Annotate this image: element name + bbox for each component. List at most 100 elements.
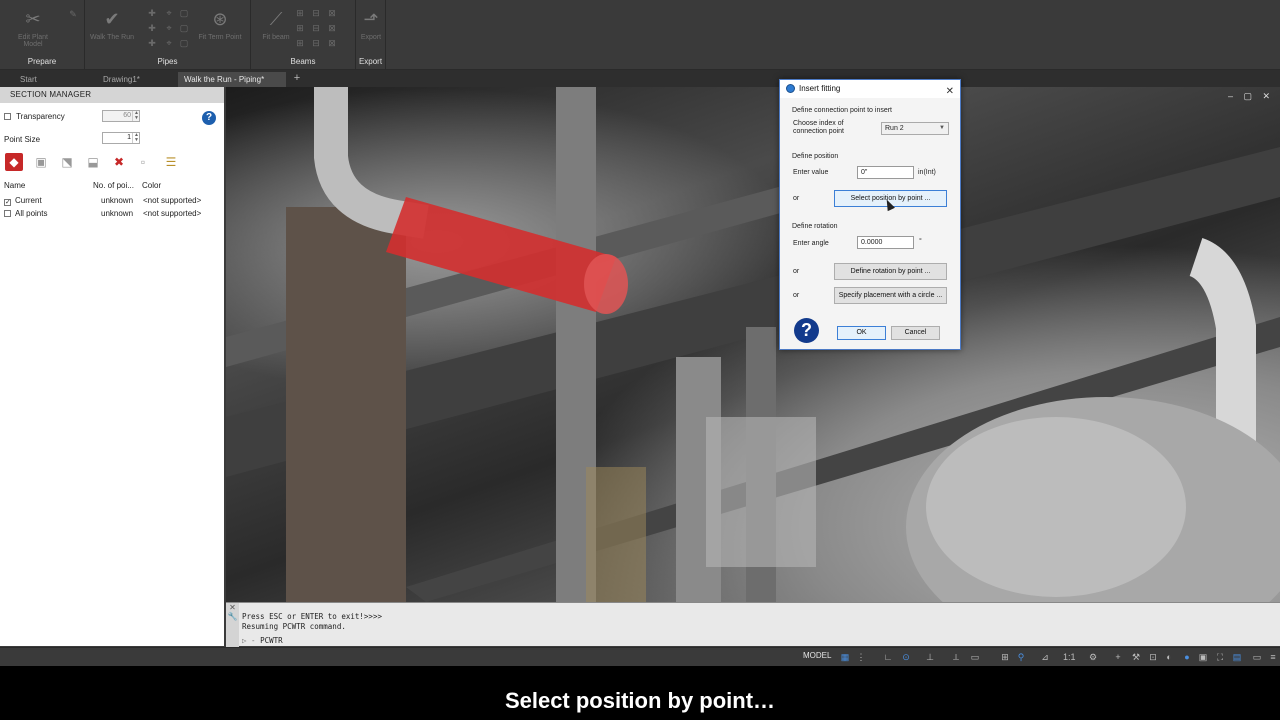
spinner-arrows-icon[interactable]: ▲ ▼ — [132, 111, 139, 121]
pipe-tool-icon[interactable]: ⌖ — [162, 37, 176, 49]
edit-plant-model-button[interactable]: ✂ Edit Plant Model — [8, 6, 58, 48]
value-unit: in(Int) — [918, 169, 936, 176]
ortho-icon[interactable]: ∟ — [883, 652, 893, 662]
isolate-icon[interactable]: ◐ — [1164, 652, 1174, 662]
fit-term-point-button[interactable]: ⊛ Fit Term Point — [195, 6, 245, 46]
polar-icon[interactable]: ⊙ — [901, 652, 911, 662]
help-icon[interactable]: ? — [202, 111, 216, 125]
row-count: unknown — [101, 196, 134, 205]
layout-icon[interactable]: ▤ — [1232, 652, 1242, 662]
beam-tool-icon[interactable]: ⊠ — [325, 22, 339, 34]
edit-section-icon[interactable]: ⬔ — [58, 153, 76, 171]
command-prompt[interactable]: ▷ - PCWTR — [242, 636, 283, 645]
new-tab-icon[interactable]: + — [291, 72, 303, 84]
spinner-arrows-icon[interactable]: ▲ ▼ — [132, 133, 139, 143]
dialog-title-bar[interactable]: Insert fitting ✕ — [780, 80, 960, 98]
command-line-handle[interactable]: ✕ 🔧 — [226, 603, 239, 647]
edit-plant-model-label: Edit Plant Model — [18, 34, 48, 48]
beam-tool-icon[interactable]: ⊟ — [309, 7, 323, 19]
ribbon-panel-export: ⬏ Export Export — [356, 0, 386, 70]
beam-tool-icon[interactable]: ⊞ — [293, 7, 307, 19]
command-line[interactable]: ✕ 🔧 Press ESC or ENTER to exit!>>>> Resum… — [226, 602, 1280, 647]
column-name[interactable]: Name — [4, 181, 25, 190]
angle-input[interactable]: 0.0000 — [857, 236, 914, 249]
define-rotation-button[interactable]: Define rotation by point ... — [834, 263, 947, 280]
pipe-tool-icon[interactable]: ⌖ — [162, 7, 176, 19]
connection-index-select[interactable]: Run 2 ▼ — [881, 122, 949, 135]
export-label: Export — [360, 34, 382, 41]
export-button[interactable]: ⬏ Export — [346, 6, 396, 46]
row-checkbox[interactable] — [4, 209, 14, 218]
viewport-window-controls[interactable]: – ▢ ✕ — [1228, 91, 1274, 102]
dynamic-ucs-icon[interactable]: ⟂ — [951, 652, 961, 662]
tab-walk-the-run[interactable]: Walk the Run - Piping* — [178, 72, 286, 87]
lineweight-icon[interactable]: ▭ — [970, 652, 980, 662]
pipe-tool-icon[interactable]: ▢ — [177, 22, 191, 34]
beam-tool-icon[interactable]: ⊠ — [325, 37, 339, 49]
pipe-tool-icon[interactable]: ✚ — [145, 7, 159, 19]
beam-tool-icon[interactable]: ⊟ — [309, 37, 323, 49]
point-cloud-viewport[interactable]: – ▢ ✕ — [226, 87, 1280, 602]
pipe-tool-icon[interactable]: ⌖ — [162, 22, 176, 34]
transparency-icon[interactable]: ⊞ — [1000, 652, 1010, 662]
point-size-spinner[interactable]: 1 ▲ ▼ — [102, 132, 140, 144]
clear-section-icon[interactable]: ▫ — [134, 153, 152, 171]
value-input[interactable]: 0" — [857, 166, 914, 179]
cancel-button[interactable]: Cancel — [891, 326, 940, 340]
window-icon[interactable]: ▭ — [1252, 652, 1262, 662]
row-checkbox[interactable] — [4, 196, 14, 206]
transparency-spinner[interactable]: 60 ▲ ▼ — [102, 110, 140, 122]
model-space-button[interactable]: MODEL — [803, 651, 831, 660]
walk-the-run-button[interactable]: ✔ Walk The Run — [87, 6, 137, 46]
specify-circle-button[interactable]: Specify placement with a circle ... — [834, 287, 947, 304]
close-icon[interactable]: ✕ — [946, 83, 954, 101]
pipe-tool-icon[interactable]: ▢ — [177, 7, 191, 19]
annoscale-icon[interactable]: ⊿ — [1040, 652, 1050, 662]
status-bar: MODEL ▦ ⋮ ∟ ⊙ ⊥ ⟂ ▭ ⊞ ⚲ ⊿ 1:1 ⚙ + ⚒ ⊡ ◐ … — [0, 647, 1280, 666]
list-section-icon[interactable]: ☰ — [162, 153, 180, 171]
settings-icon[interactable]: ⚙ — [1088, 652, 1098, 662]
transparency-row: Transparency — [4, 112, 65, 121]
pipe-tool-icon[interactable]: ▢ — [177, 37, 191, 49]
column-color[interactable]: Color — [142, 181, 161, 190]
hardware-acceleration-icon[interactable]: ● — [1182, 652, 1192, 662]
beam-tool-icon[interactable]: ⊞ — [293, 37, 307, 49]
walk-the-run-label: Walk The Run — [90, 34, 134, 41]
column-point-count[interactable]: No. of poi... — [93, 181, 134, 190]
box-section-icon[interactable]: ▣ — [32, 153, 50, 171]
beam-tool-icon[interactable]: ⊞ — [293, 22, 307, 34]
osnap-icon[interactable]: ⊥ — [925, 652, 935, 662]
command-input[interactable]: PCWTR — [260, 636, 283, 645]
annotation-icon[interactable]: ⚲ — [1016, 652, 1026, 662]
small-tool-icon[interactable]: ✎ — [66, 8, 80, 20]
app-icon — [786, 84, 795, 93]
tab-drawing1[interactable]: Drawing1* — [97, 72, 146, 87]
enter-value-label: Enter value — [793, 169, 829, 176]
clean-screen-icon[interactable]: ▣ — [1198, 652, 1208, 662]
add-section-icon[interactable]: ◆ — [5, 153, 23, 171]
grid-icon[interactable]: ▦ — [840, 652, 850, 662]
fullscreen-icon[interactable]: ⛶ — [1215, 652, 1225, 662]
customize-icon[interactable]: ≡ — [1268, 652, 1278, 662]
scale-icon[interactable]: 1:1 — [1063, 652, 1076, 662]
workspace-icon[interactable]: ⚒ — [1131, 652, 1141, 662]
dialog-title: Insert fitting — [799, 84, 841, 93]
pipe-tool-icon[interactable]: ✚ — [145, 37, 159, 49]
checkmark-icon: ✔ — [104, 9, 120, 29]
transparency-checkbox[interactable] — [4, 113, 11, 120]
beam-tool-icon[interactable]: ⊠ — [325, 7, 339, 19]
add-icon[interactable]: + — [1113, 652, 1123, 662]
lock-icon[interactable]: ⊡ — [1148, 652, 1158, 662]
beam-tool-icon[interactable]: ⊟ — [309, 22, 323, 34]
ok-button[interactable]: OK — [837, 326, 886, 340]
background-building — [706, 417, 816, 567]
snap-icon[interactable]: ⋮ — [856, 652, 866, 662]
row-count: unknown — [101, 209, 134, 218]
pipe-tool-icon[interactable]: ✚ — [145, 22, 159, 34]
or-label: or — [793, 292, 800, 299]
split-section-icon[interactable]: ⬓ — [84, 153, 102, 171]
or-label: or — [793, 195, 800, 202]
help-icon[interactable]: ? — [794, 318, 819, 343]
tab-start[interactable]: Start — [14, 72, 43, 87]
delete-section-icon[interactable]: ✖ — [110, 153, 128, 171]
